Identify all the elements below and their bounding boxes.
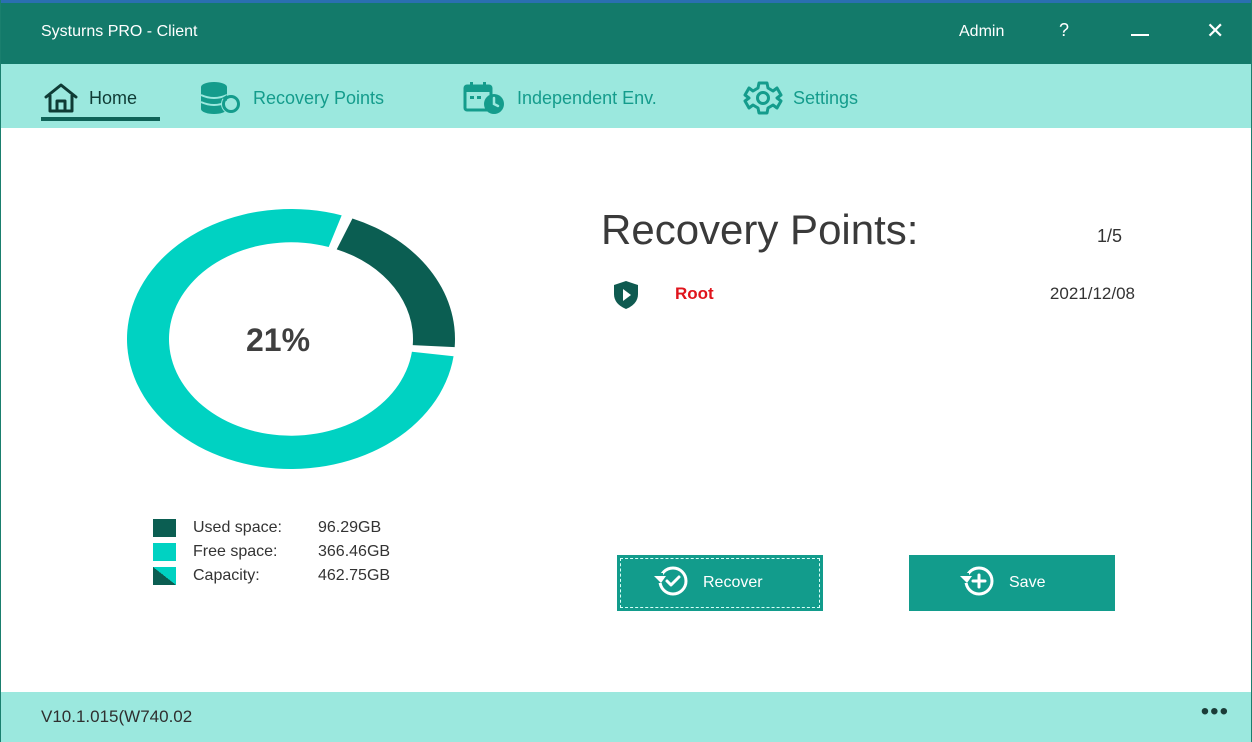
nav-item-settings[interactable]: Settings bbox=[741, 78, 858, 118]
capacity-swatch bbox=[153, 567, 176, 585]
donut-used-segment bbox=[336, 218, 455, 348]
nav-label-independent-env: Independent Env. bbox=[517, 87, 657, 108]
recovery-point-date: 2021/12/08 bbox=[1049, 284, 1135, 303]
app-title: Systurns PRO - Client bbox=[41, 23, 198, 40]
recover-button-label: Recover bbox=[703, 574, 763, 591]
calendar-clock-icon bbox=[461, 80, 509, 116]
active-tab-indicator bbox=[41, 117, 160, 121]
legend-row-capacity: Capacity: 462.75GB bbox=[153, 564, 390, 588]
status-footer: V10.1.015(W740.02 ••• bbox=[1, 692, 1251, 742]
more-options-button[interactable]: ••• bbox=[1201, 698, 1229, 726]
save-button[interactable]: Save bbox=[909, 555, 1115, 611]
legend-label-capacity: Capacity: bbox=[193, 567, 260, 584]
nav-item-independent-env[interactable]: Independent Env. bbox=[461, 78, 657, 118]
version-label: V10.1.015(W740.02 bbox=[41, 707, 193, 726]
home-icon bbox=[41, 82, 81, 114]
nav-label-settings: Settings bbox=[793, 87, 859, 108]
nav-item-home[interactable]: Home bbox=[41, 78, 137, 118]
legend-value-free: 366.46GB bbox=[318, 543, 391, 560]
legend-label-used: Used space: bbox=[193, 519, 282, 536]
admin-button[interactable]: Admin bbox=[959, 23, 1004, 41]
database-restore-icon bbox=[197, 80, 245, 116]
recovery-points-count: 1/5 bbox=[1097, 226, 1123, 246]
help-button[interactable]: ? bbox=[1059, 20, 1069, 41]
nav-label-home: Home bbox=[89, 87, 138, 108]
legend-row-used: Used space: 96.29GB bbox=[153, 516, 390, 540]
close-button[interactable]: ✕ bbox=[1206, 18, 1224, 44]
minimize-button[interactable] bbox=[1131, 34, 1149, 36]
nav-bar: Home Recovery Points Independent Env. Se… bbox=[1, 64, 1251, 128]
legend-value-capacity: 462.75GB bbox=[318, 567, 391, 584]
title-bar: Systurns PRO - Client Admin ? ✕ bbox=[1, 0, 1251, 64]
recover-button[interactable]: Recover bbox=[617, 555, 823, 611]
legend-value-used: 96.29GB bbox=[318, 519, 382, 536]
app-window: Systurns PRO - Client Admin ? ✕ Home Rec… bbox=[0, 0, 1252, 742]
recovery-point-name: Root bbox=[675, 284, 714, 303]
used-swatch bbox=[153, 519, 176, 537]
free-swatch bbox=[153, 543, 176, 561]
restore-clock-check-icon bbox=[651, 563, 691, 604]
shield-play-icon bbox=[613, 280, 639, 315]
disk-legend: Used space: 96.29GB Free space: 366.46GB… bbox=[153, 516, 390, 588]
recovery-points-title: Recovery Points: bbox=[601, 206, 919, 253]
gear-icon bbox=[741, 80, 785, 116]
save-button-label: Save bbox=[1009, 574, 1046, 591]
restore-clock-plus-icon bbox=[957, 563, 997, 604]
legend-row-free: Free space: 366.46GB bbox=[153, 540, 390, 564]
used-percent-label: 21% bbox=[246, 322, 311, 358]
legend-label-free: Free space: bbox=[193, 543, 278, 560]
nav-item-recovery-points[interactable]: Recovery Points bbox=[197, 78, 384, 118]
recovery-point-row[interactable]: Root 2021/12/08 bbox=[613, 278, 1135, 312]
nav-label-recovery-points: Recovery Points bbox=[253, 87, 385, 108]
